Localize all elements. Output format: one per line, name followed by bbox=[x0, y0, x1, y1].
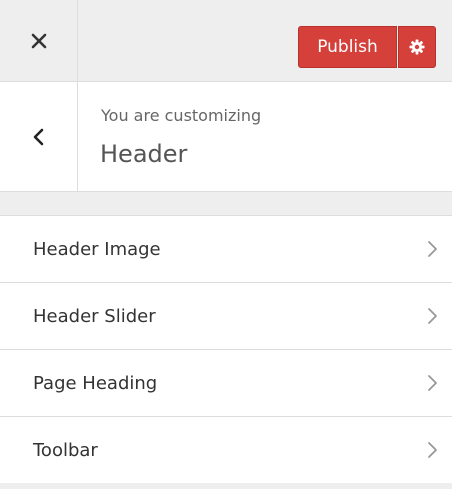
chevron-right-icon bbox=[426, 239, 438, 259]
chevron-right-icon bbox=[426, 306, 438, 326]
publish-button[interactable]: Publish bbox=[298, 26, 397, 68]
menu-item-label: Toolbar bbox=[33, 439, 98, 461]
publish-settings-button[interactable] bbox=[398, 26, 436, 68]
chevron-left-icon bbox=[33, 128, 43, 145]
menu-item-header-image[interactable]: Header Image bbox=[0, 216, 452, 283]
section-menu: Header Image Header Slider Page Heading … bbox=[0, 216, 452, 484]
publish-button-group: Publish bbox=[298, 26, 436, 68]
chevron-right-icon bbox=[426, 440, 438, 460]
menu-item-label: Header Image bbox=[33, 238, 161, 260]
section-title: Header bbox=[100, 140, 188, 168]
customizing-label: You are customizing bbox=[101, 106, 262, 125]
menu-item-toolbar[interactable]: Toolbar bbox=[0, 417, 452, 484]
customizer-header-bar: Publish bbox=[0, 0, 452, 82]
menu-item-header-slider[interactable]: Header Slider bbox=[0, 283, 452, 350]
customizing-info: You are customizing Header bbox=[0, 82, 452, 192]
menu-item-label: Header Slider bbox=[33, 305, 156, 327]
gear-icon bbox=[409, 39, 425, 55]
menu-item-label: Page Heading bbox=[33, 372, 158, 394]
menu-item-page-heading[interactable]: Page Heading bbox=[0, 350, 452, 417]
close-button[interactable] bbox=[0, 0, 78, 81]
chevron-right-icon bbox=[426, 373, 438, 393]
back-button[interactable] bbox=[0, 82, 78, 191]
section-divider bbox=[0, 192, 452, 216]
close-icon bbox=[31, 33, 46, 48]
panel-footer-band bbox=[0, 483, 452, 489]
customizer-panel: Publish You are customizing Header Heade… bbox=[0, 0, 452, 489]
